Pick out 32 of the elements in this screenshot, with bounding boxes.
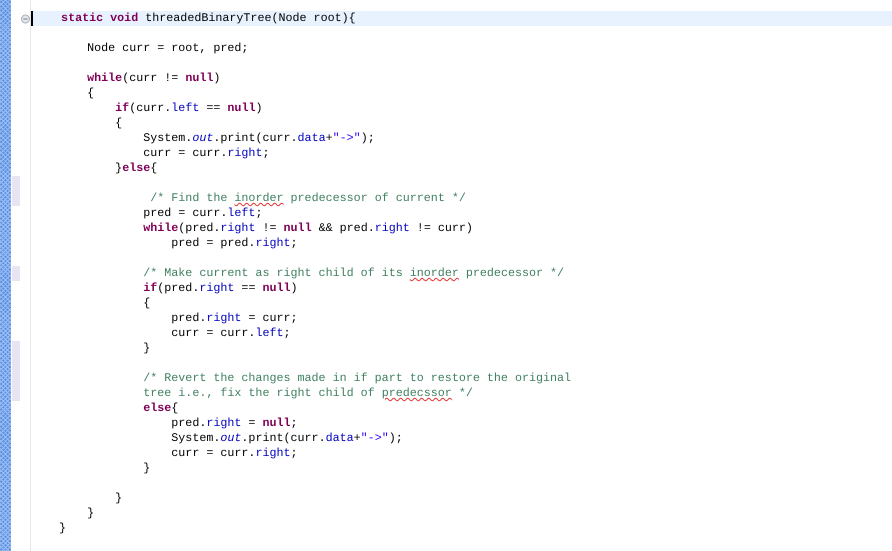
code-line: }else{ bbox=[114, 161, 158, 176]
code-line: { bbox=[86, 86, 94, 101]
code-line: System.out.print(curr.data+"->"); bbox=[170, 431, 403, 446]
code-line: { bbox=[142, 296, 150, 311]
code-line: /* Make current as right child of its inorder predecessor */ bbox=[142, 266, 564, 281]
code-line: System.out.print(curr.data+"->"); bbox=[142, 131, 375, 146]
code-line: /* Revert the changes made in if part to restore the original bbox=[142, 371, 572, 386]
code-line: pred.right = null; bbox=[170, 416, 298, 431]
code-line: Node curr = root, pred; bbox=[86, 41, 248, 56]
code-line: curr = curr.right; bbox=[142, 146, 270, 161]
code-line: curr = curr.right; bbox=[170, 446, 298, 461]
code-line: } bbox=[142, 461, 150, 476]
code-line: pred.right = curr; bbox=[170, 311, 298, 326]
code-line: while(curr != null) bbox=[86, 71, 220, 86]
code-line: } bbox=[58, 521, 66, 536]
code-line: } bbox=[86, 506, 94, 521]
code-line: if(pred.right == null) bbox=[142, 281, 298, 296]
code-line: } bbox=[142, 341, 150, 356]
code-line: pred = pred.right; bbox=[170, 236, 298, 251]
text-cursor bbox=[31, 11, 33, 26]
code-line: /* Find the inorder predecessor of current */ bbox=[149, 191, 466, 206]
code-line: else{ bbox=[142, 401, 178, 416]
change-marker bbox=[12, 266, 20, 281]
code-line: tree i.e., fix the right child of predecssor */ bbox=[142, 386, 473, 401]
collapse-icon[interactable] bbox=[21, 14, 30, 24]
code-line: static void threadedBinaryTree(Node root){ bbox=[60, 11, 356, 26]
code-line: } bbox=[114, 491, 122, 506]
code-line: { bbox=[114, 116, 122, 131]
code-line: curr = curr.left; bbox=[170, 326, 291, 341]
code-line: if(curr.left == null) bbox=[114, 101, 262, 116]
code-line: while(pred.right != null && pred.right != curr) bbox=[142, 221, 473, 236]
code-line: pred = curr.left; bbox=[142, 206, 262, 221]
